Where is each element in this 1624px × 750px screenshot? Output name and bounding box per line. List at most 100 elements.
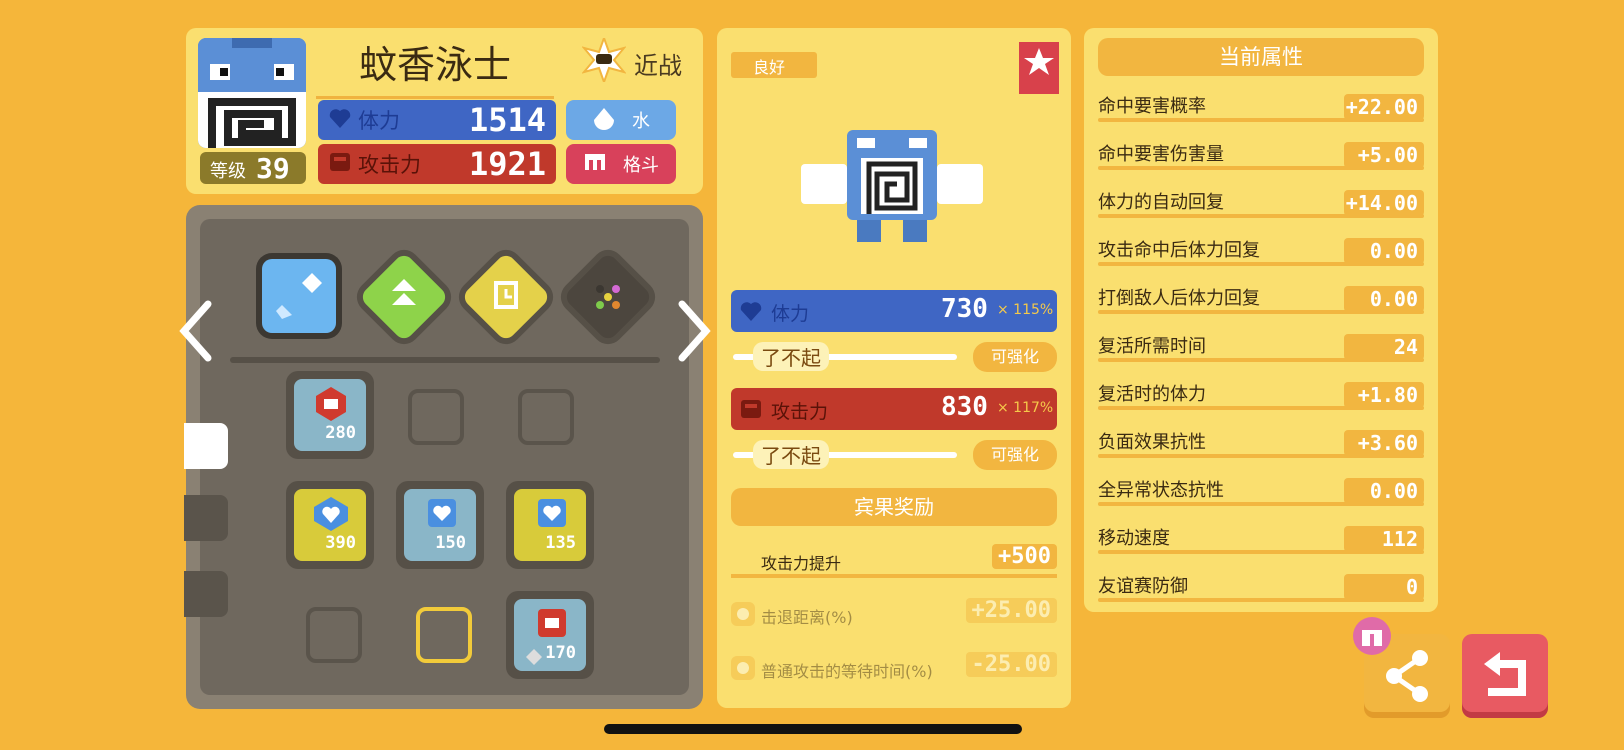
heart-icon: [739, 299, 763, 327]
attack-detail-bar: 攻击力 830 × 117%: [731, 388, 1057, 430]
detail-panel: 良好 体力 730 × 115% 了不起 可强化 攻击力 830 × 117% …: [717, 28, 1071, 708]
attribute-label: 复活所需时间: [1098, 336, 1206, 357]
hp-detail-label: 体力: [771, 303, 810, 325]
board-divider: [230, 357, 660, 363]
fist-icon: [739, 397, 763, 425]
back-button[interactable]: [1462, 634, 1548, 718]
heart-icon: [328, 107, 352, 133]
favorite-ribbon[interactable]: [1019, 42, 1059, 94]
bonus-row-inactive: 普通攻击的等待时间(%) -25.00: [731, 652, 1057, 686]
stone-slot[interactable]: 280: [286, 371, 374, 459]
bonus-row-inactive: 击退距离(%) +25.00: [731, 598, 1057, 632]
attack-stat-row: 攻击力 1921: [318, 144, 556, 184]
attribute-value: +14.00: [1344, 190, 1424, 216]
left-arrow-button[interactable]: [178, 300, 214, 366]
hp-upgrade-button[interactable]: 可强化: [973, 342, 1057, 372]
hp-value: 1514: [468, 101, 546, 139]
hp-grade-label: 了不起: [753, 342, 829, 371]
home-indicator: [604, 724, 1022, 734]
type-fighting-chip: 格斗: [566, 144, 676, 184]
level-label: 等级: [210, 161, 246, 182]
attribute-row: 负面效果抗性 +3.60: [1084, 424, 1438, 464]
empty-attack-slot[interactable]: [306, 607, 362, 663]
attribute-row: 复活所需时间 24: [1084, 328, 1438, 368]
stone-face: 150: [404, 489, 476, 561]
style-indicator: 近战: [581, 35, 692, 85]
bingo-header-label: 宾果奖励: [854, 495, 934, 519]
move-slot-empty[interactable]: [562, 251, 654, 343]
power-stone-board: 280 390 150 135 170: [184, 205, 703, 709]
attack-grade-label: 了不起: [753, 440, 829, 469]
gift-icon[interactable]: [1352, 616, 1392, 660]
pokemon-header-panel: 等级 39 蚊香泳士 近战 体力 1514 攻击力 1921 水 格斗: [186, 28, 703, 194]
stone-value: 170: [545, 643, 576, 663]
attribute-value: +1.80: [1344, 382, 1424, 408]
fist-icon: [328, 151, 352, 177]
bonus-value: +500: [992, 544, 1057, 569]
lock-icon: [526, 649, 542, 669]
attribute-value: 0.00: [1344, 238, 1424, 264]
stone-slot[interactable]: 390: [286, 481, 374, 569]
attribute-row: 全异常状态抗性 0.00: [1084, 472, 1438, 512]
attribute-row: 友谊赛防御 0: [1084, 568, 1438, 608]
hp-stone-icon: [314, 497, 348, 535]
side-tab-2[interactable]: [184, 495, 228, 541]
attribute-value: +22.00: [1344, 94, 1424, 120]
attribute-label: 复活时的体力: [1098, 384, 1206, 405]
side-tab-refresh[interactable]: [184, 423, 228, 469]
bonus-row: 攻击力提升 +500: [731, 544, 1057, 578]
attribute-label: 命中要害概率: [1098, 96, 1206, 117]
hp-label: 体力: [358, 109, 400, 133]
board-inner: 280 390 150 135 170: [200, 219, 689, 695]
attributes-header-label: 当前属性: [1219, 45, 1303, 69]
move-slot-clock[interactable]: [460, 251, 552, 343]
quality-label: 良好: [753, 58, 786, 77]
water-drop-icon: [592, 106, 616, 135]
right-arrow-button[interactable]: [676, 300, 712, 366]
bonus-lock-icon: [731, 656, 755, 684]
bonus-underline: [731, 574, 1057, 578]
attack-upgrade-button[interactable]: 可强化: [973, 440, 1057, 470]
side-tab-3[interactable]: [184, 571, 228, 617]
stone-face: 170: [514, 599, 586, 671]
attribute-row: 移动速度 112: [1084, 520, 1438, 560]
attribute-row: 命中要害伤害量 +5.00: [1084, 136, 1438, 176]
pokemon-sprite: [797, 118, 987, 248]
attribute-label: 体力的自动回复: [1098, 192, 1224, 213]
stone-face: 280: [294, 379, 366, 451]
bonus-label: 普通攻击的等待时间(%): [761, 662, 933, 681]
stone-value: 280: [325, 423, 356, 443]
attributes-header: 当前属性: [1098, 38, 1424, 76]
type-water-chip: 水: [566, 100, 676, 140]
bonus-label: 攻击力提升: [761, 554, 842, 573]
stone-slot[interactable]: 135: [506, 481, 594, 569]
bonus-label: 击退距离(%): [761, 608, 853, 627]
attack-detail-value: 830: [941, 392, 988, 422]
attribute-row: 复活时的体力 +1.80: [1084, 376, 1438, 416]
hp-multiplier: × 115%: [997, 302, 1054, 318]
attribute-label: 攻击命中后体力回复: [1098, 240, 1260, 261]
burst-icon: [581, 35, 627, 85]
empty-hp-slot[interactable]: [518, 389, 574, 445]
bonus-lock-icon: [731, 602, 755, 630]
stone-face: 135: [514, 489, 586, 561]
attribute-value: 112: [1344, 526, 1424, 552]
move-slot-ice[interactable]: [262, 259, 336, 333]
attribute-value: +5.00: [1344, 142, 1424, 168]
attribute-row: 打倒敌人后体力回复 0.00: [1084, 280, 1438, 320]
stone-value: 390: [325, 533, 356, 553]
move-slot-green[interactable]: [358, 251, 450, 343]
stone-slot[interactable]: 150: [396, 481, 484, 569]
attribute-value: 0: [1344, 574, 1424, 600]
attribute-label: 移动速度: [1098, 528, 1170, 549]
empty-attack-slot-selected[interactable]: [416, 607, 472, 663]
attack-stone-icon: [316, 387, 346, 425]
empty-attack-slot[interactable]: [408, 389, 464, 445]
attack-stone-icon: [538, 609, 566, 641]
attack-multiplier: × 117%: [997, 400, 1054, 416]
attribute-row: 命中要害概率 +22.00: [1084, 88, 1438, 128]
stone-slot[interactable]: 170: [506, 591, 594, 679]
fist-type-icon: [583, 150, 607, 179]
attribute-row: 体力的自动回复 +14.00: [1084, 184, 1438, 224]
pokemon-name: 蚊香泳士: [316, 34, 554, 99]
